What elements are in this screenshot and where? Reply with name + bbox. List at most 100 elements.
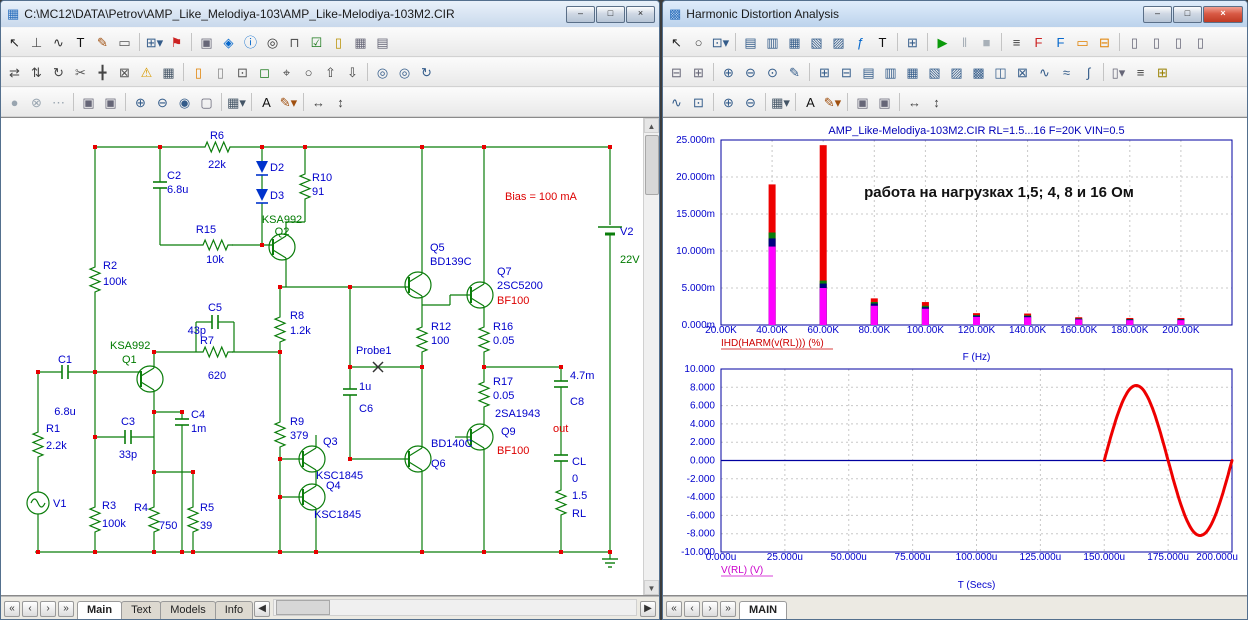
move-up-icon[interactable]: ⇧ [320,62,341,83]
analysis-titlebar[interactable]: ▩ Harmonic Distortion Analysis – □ × [663,1,1247,27]
flip-vertical-icon[interactable]: ⇅ [26,62,47,83]
nav-more-icon[interactable]: ⋯ [48,92,69,113]
horizontal-scrollbar[interactable] [273,599,637,616]
stop-button-icon[interactable]: ■ [976,32,997,53]
close-button[interactable]: × [626,6,655,23]
clipboard-tool-icon[interactable]: ▣ [196,32,217,53]
minimize-button[interactable]: – [1143,6,1172,23]
text-tool-icon[interactable]: T [70,32,91,53]
tab-first-button[interactable]: « [666,601,682,617]
nav-back-icon[interactable]: ● [4,92,25,113]
pen-small-icon[interactable]: ✎ [784,62,805,83]
zoom-circle-a-icon[interactable]: ⊕ [718,62,739,83]
grid-i-icon[interactable]: ◫ [990,62,1011,83]
v-spacing-icon[interactable]: ↕ [330,92,351,113]
h-spacing-icon[interactable]: ↔ [904,92,925,113]
file-dropdown-icon[interactable]: ⊡▾ [710,32,731,53]
grid-a-icon[interactable]: ⊞ [814,62,835,83]
circle-tool-icon[interactable]: ○ [298,62,319,83]
zoom-circle-b-icon[interactable]: ⊖ [740,62,761,83]
vscroll-thumb[interactable] [645,135,659,195]
hscroll-left-button[interactable]: ◀ [254,601,270,617]
text-tool-icon[interactable]: T [872,32,893,53]
zoom-circle-c-icon[interactable]: ⊙ [762,62,783,83]
h-spacing-icon[interactable]: ↔ [308,92,329,113]
note-tool-icon[interactable]: ▯ [328,32,349,53]
warning-tool-icon[interactable]: ⚠ [136,62,157,83]
wave-select-a-icon[interactable]: ∿ [666,92,687,113]
grid-f-icon[interactable]: ▧ [924,62,945,83]
check-tool-icon[interactable]: ☑ [306,32,327,53]
hscroll-right-button[interactable]: ▶ [640,601,656,617]
ground-tool-icon[interactable]: ⊥ [26,32,47,53]
pen-dropdown-icon[interactable]: ✎▾ [822,92,843,113]
select-tool-icon[interactable]: ↖ [666,32,687,53]
tab-main[interactable]: MAIN [739,601,787,619]
rotate-tool-icon[interactable]: ↻ [48,62,69,83]
page-plain-icon[interactable]: ▯ [210,62,231,83]
grid-toggle-icon[interactable]: ▦ [158,62,179,83]
cross-tool-icon[interactable]: ╋ [92,62,113,83]
move-down-icon[interactable]: ⇩ [342,62,363,83]
panel-a-icon[interactable]: ▯ [1124,32,1145,53]
step-box-tool-icon[interactable]: ⊠ [114,62,135,83]
wave-y-icon[interactable]: ≈ [1056,62,1077,83]
maximize-button[interactable]: □ [1173,6,1202,23]
wave-z-icon[interactable]: ∫ [1078,62,1099,83]
pencil-tool-icon[interactable]: ✎ [92,32,113,53]
calculator-icon-icon[interactable]: ⊞ [1152,62,1173,83]
zoom-out-icon[interactable]: ⊖ [152,92,173,113]
fx-icon-icon[interactable]: ƒ [850,32,871,53]
scale-icon-icon[interactable]: ▤ [740,32,761,53]
schematic-drawing[interactable]: R622kC26.8uR1510kD2D3R1091KSA992Q2Q5BD13… [1,118,644,596]
target-tool-icon[interactable]: ⌖ [276,62,297,83]
flip-horizontal-icon[interactable]: ⇄ [4,62,25,83]
vscroll-track[interactable] [644,133,659,580]
tab-next-button[interactable]: › [40,601,56,617]
zoom-in-icon[interactable]: ⊕ [130,92,151,113]
part-box-icon[interactable]: ◻ [254,62,275,83]
schematic-canvas[interactable]: R622kC26.8uR1510kD2D3R1091KSA992Q2Q5BD13… [1,117,659,596]
wave-x-icon[interactable]: ∿ [1034,62,1055,83]
pause-button-icon[interactable]: ‖ [954,32,975,53]
snapshot-icon[interactable]: ▢ [196,92,217,113]
page-a-icon[interactable]: ⊟ [666,62,687,83]
scroll-down-button[interactable]: ▼ [644,580,659,595]
close-button[interactable]: × [1203,6,1243,23]
font-tool-icon[interactable]: A [256,92,277,113]
tab-info[interactable]: Info [215,601,253,619]
tab-text[interactable]: Text [121,601,161,619]
find-tool-icon[interactable]: ◎ [372,62,393,83]
grid-dropdown-icon[interactable]: ▦▾ [770,92,791,113]
panel-b-icon[interactable]: ▯ [1146,32,1167,53]
page-b-icon[interactable]: ⊞ [688,62,709,83]
pen-dropdown-icon[interactable]: ✎▾ [278,92,299,113]
nav-close-icon[interactable]: ⊗ [26,92,47,113]
copy-page-icon[interactable]: ▣ [78,92,99,113]
grid-h-icon[interactable]: ▩ [968,62,989,83]
panel-c-icon[interactable]: ▯ [1168,32,1189,53]
f-red-icon-icon[interactable]: F [1028,32,1049,53]
v-spacing-icon[interactable]: ↕ [926,92,947,113]
region-select-icon[interactable]: ⊡ [232,62,253,83]
find-next-tool-icon[interactable]: ◎ [394,62,415,83]
f-blue-icon-icon[interactable]: F [1050,32,1071,53]
grid-doc-tool-icon[interactable]: ▦ [350,32,371,53]
font-tool-icon[interactable]: A [800,92,821,113]
tab-first-button[interactable]: « [4,601,20,617]
minimize-button[interactable]: – [566,6,595,23]
copy-a-icon[interactable]: ▣ [852,92,873,113]
scroll-up-button[interactable]: ▲ [644,118,659,133]
copy-b-icon[interactable]: ▣ [874,92,895,113]
copy-page-alt-icon[interactable]: ▣ [100,92,121,113]
grid-dropdown-icon[interactable]: ▦▾ [226,92,247,113]
grid-b-icon[interactable]: ⊟ [836,62,857,83]
vertical-scrollbar[interactable]: ▲ ▼ [643,118,659,595]
zoom-in-icon[interactable]: ⊕ [718,92,739,113]
grid-j-icon[interactable]: ⊠ [1012,62,1033,83]
zoom-out-icon[interactable]: ⊖ [740,92,761,113]
grid-g-icon[interactable]: ▨ [946,62,967,83]
wire-tool-icon[interactable]: ∿ [48,32,69,53]
list-icon-icon[interactable]: ≡ [1130,62,1151,83]
panel-d-icon[interactable]: ▯ [1190,32,1211,53]
